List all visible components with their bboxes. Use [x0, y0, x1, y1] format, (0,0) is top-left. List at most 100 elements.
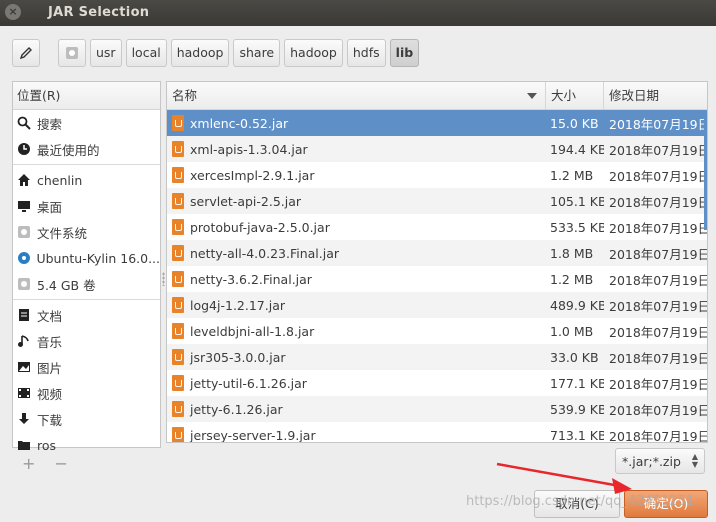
place-label: 文件系统 — [37, 225, 88, 241]
place-documents[interactable]: 文档 — [13, 302, 160, 328]
file-name: log4j-1.2.17.jar — [190, 297, 285, 313]
path-crumb-local[interactable]: local — [125, 39, 167, 67]
file-list-header: 名称 大小 修改日期 — [167, 82, 707, 110]
jar-file-icon — [172, 349, 184, 365]
drive-icon — [66, 47, 78, 59]
places-edit-controls: + − — [22, 454, 82, 473]
file-date: 2018年07月19日 — [609, 298, 707, 314]
jar-file-icon — [172, 427, 184, 442]
file-row[interactable]: jsr305-3.0.0.jar 33.0 KB 2018年07月19日 — [167, 344, 707, 370]
file-row[interactable]: log4j-1.2.17.jar 489.9 KB 2018年07月19日 — [167, 292, 707, 318]
filter-value: *.jar;*.zip — [622, 454, 681, 469]
place-volume[interactable]: 5.4 GB 卷 — [13, 271, 160, 297]
path-crumb-hadoop[interactable]: hadoop — [170, 39, 230, 67]
pencil-icon — [19, 47, 32, 60]
places-header[interactable]: 位置(R) — [13, 82, 160, 110]
home-icon — [16, 172, 32, 188]
column-header-date[interactable]: 修改日期 — [604, 82, 707, 109]
file-list: 名称 大小 修改日期 xmlenc-0.52.jar 15.0 KB 2018年07… — [166, 81, 708, 443]
chevron-updown-icon: ▲ ▼ — [691, 452, 698, 469]
path-crumb-usr[interactable]: usr — [90, 39, 122, 67]
sort-descending-icon — [527, 93, 537, 99]
file-date: 2018年07月19日 — [609, 402, 707, 418]
path-crumb-share[interactable]: share — [233, 39, 281, 67]
watermark: https://blog.csdn.net/qq_42451251 — [466, 494, 695, 509]
column-header-name[interactable]: 名称 — [167, 82, 546, 109]
place-downloads[interactable]: 下载 — [13, 406, 160, 432]
path-crumb-hadoop-2[interactable]: hadoop — [284, 39, 343, 67]
drive-icon — [16, 224, 32, 240]
root-drive-crumb[interactable] — [58, 39, 86, 67]
place-desktop[interactable]: 桌面 — [13, 193, 160, 219]
file-name: netty-all-4.0.23.Final.jar — [190, 245, 340, 261]
file-date: 2018年07月19日 — [609, 142, 707, 158]
file-date: 2018年07月19日 — [609, 168, 707, 184]
close-window-button[interactable]: × — [5, 4, 21, 20]
file-row[interactable]: xmlenc-0.52.jar 15.0 KB 2018年07月19日 — [167, 110, 707, 136]
place-recent[interactable]: 最近使用的 — [13, 136, 160, 162]
file-row[interactable]: leveldbjni-all-1.8.jar 1.0 MB 2018年07月19日 — [167, 318, 707, 344]
place-ubuntu-kylin[interactable]: Ubuntu-Kylin 16.0... — [13, 245, 160, 271]
file-row[interactable]: netty-3.6.2.Final.jar 1.2 MB 2018年07月19日 — [167, 266, 707, 292]
file-list-body: xmlenc-0.52.jar 15.0 KB 2018年07月19日 xml-ap… — [167, 110, 707, 443]
video-icon — [16, 385, 32, 401]
file-date: 2018年07月19日 — [609, 428, 707, 443]
file-name: jetty-util-6.1.26.jar — [190, 375, 307, 391]
pane-splitter-handle[interactable] — [162, 272, 165, 286]
file-date: 2018年07月19日 — [609, 272, 707, 288]
folder-icon — [16, 437, 32, 453]
file-size: 1.0 MB — [550, 323, 594, 339]
file-size: 533.5 KB — [550, 219, 604, 235]
place-pictures[interactable]: 图片 — [13, 354, 160, 380]
drive-icon — [16, 276, 32, 292]
edit-location-button[interactable] — [12, 39, 40, 67]
desktop-icon — [16, 198, 32, 214]
file-row[interactable]: jersey-server-1.9.jar 713.1 KB 2018年07月19日 — [167, 422, 707, 443]
place-home[interactable]: chenlin — [13, 167, 160, 193]
file-name: netty-3.6.2.Final.jar — [190, 271, 312, 287]
file-date: 2018年07月19日 — [609, 376, 707, 392]
place-label: ros — [37, 437, 57, 453]
download-icon — [16, 411, 32, 427]
file-size: 1.8 MB — [550, 245, 594, 261]
music-icon — [16, 333, 32, 349]
place-label: 下载 — [37, 412, 63, 428]
file-row[interactable]: xml-apis-1.3.04.jar 194.4 KB 2018年07月19日 — [167, 136, 707, 162]
file-row[interactable]: jetty-6.1.26.jar 539.9 KB 2018年07月19日 — [167, 396, 707, 422]
file-name: protobuf-java-2.5.0.jar — [190, 219, 330, 235]
window-title: JAR Selection — [48, 5, 150, 20]
remove-place-button[interactable]: − — [55, 454, 68, 473]
file-row[interactable]: netty-all-4.0.23.Final.jar 1.8 MB 2018年07月… — [167, 240, 707, 266]
place-label: 文档 — [37, 308, 63, 324]
file-size: 1.2 MB — [550, 271, 594, 287]
file-row[interactable]: jetty-util-6.1.26.jar 177.1 KB 2018年07月19日 — [167, 370, 707, 396]
place-label: 最近使用的 — [37, 142, 100, 158]
place-label: 搜索 — [37, 116, 63, 132]
places-sidebar: 位置(R) 搜索 最近使用的 chenlin 桌面 文件系统 Ubuntu-Ky… — [12, 81, 161, 453]
place-label: chenlin — [37, 172, 83, 188]
path-crumb-lib[interactable]: lib — [389, 39, 420, 67]
place-videos[interactable]: 视频 — [13, 380, 160, 406]
place-music[interactable]: 音乐 — [13, 328, 160, 354]
vertical-scrollbar[interactable] — [704, 110, 707, 230]
file-row[interactable]: protobuf-java-2.5.0.jar 533.5 KB 2018年07月1… — [167, 214, 707, 240]
file-size: 33.0 KB — [550, 349, 599, 365]
file-name: jersey-server-1.9.jar — [190, 427, 316, 443]
file-size: 1.2 MB — [550, 167, 594, 183]
file-type-filter[interactable]: *.jar;*.zip ▲ ▼ — [615, 448, 705, 474]
file-name: xercesImpl-2.9.1.jar — [190, 167, 315, 183]
add-place-button[interactable]: + — [22, 454, 35, 473]
place-search[interactable]: 搜索 — [13, 110, 160, 136]
jar-file-icon — [172, 193, 184, 209]
place-filesystem[interactable]: 文件系统 — [13, 219, 160, 245]
clock-icon — [16, 141, 32, 157]
title-bar: × JAR Selection — [0, 0, 716, 26]
jar-file-icon — [172, 167, 184, 183]
jar-file-icon — [172, 219, 184, 235]
file-name: servlet-api-2.5.jar — [190, 193, 302, 209]
column-header-size[interactable]: 大小 — [546, 82, 604, 109]
file-row[interactable]: xercesImpl-2.9.1.jar 1.2 MB 2018年07月19日 — [167, 162, 707, 188]
path-crumb-hdfs[interactable]: hdfs — [346, 39, 386, 67]
file-name: xml-apis-1.3.04.jar — [190, 141, 308, 157]
file-row[interactable]: servlet-api-2.5.jar 105.1 KB 2018年07月19日 — [167, 188, 707, 214]
